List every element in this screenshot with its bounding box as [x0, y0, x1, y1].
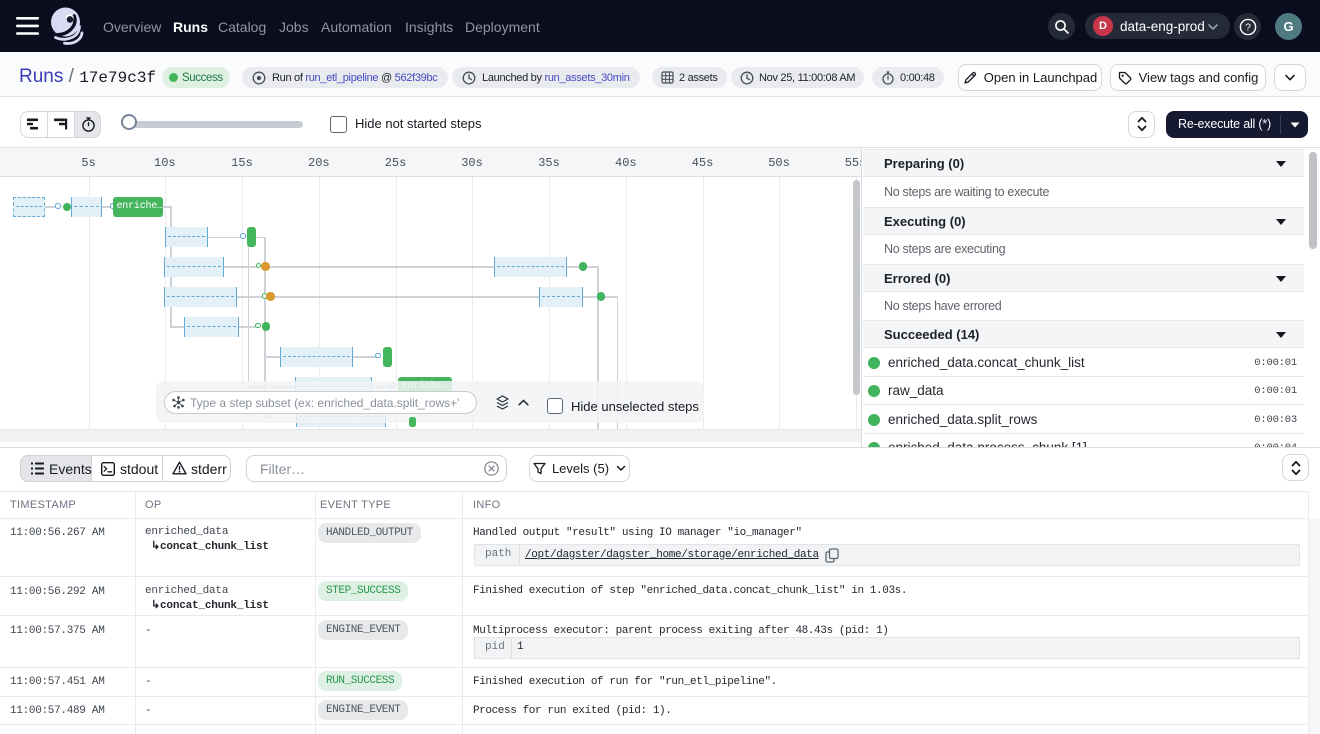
- svg-text:?: ?: [1245, 21, 1251, 33]
